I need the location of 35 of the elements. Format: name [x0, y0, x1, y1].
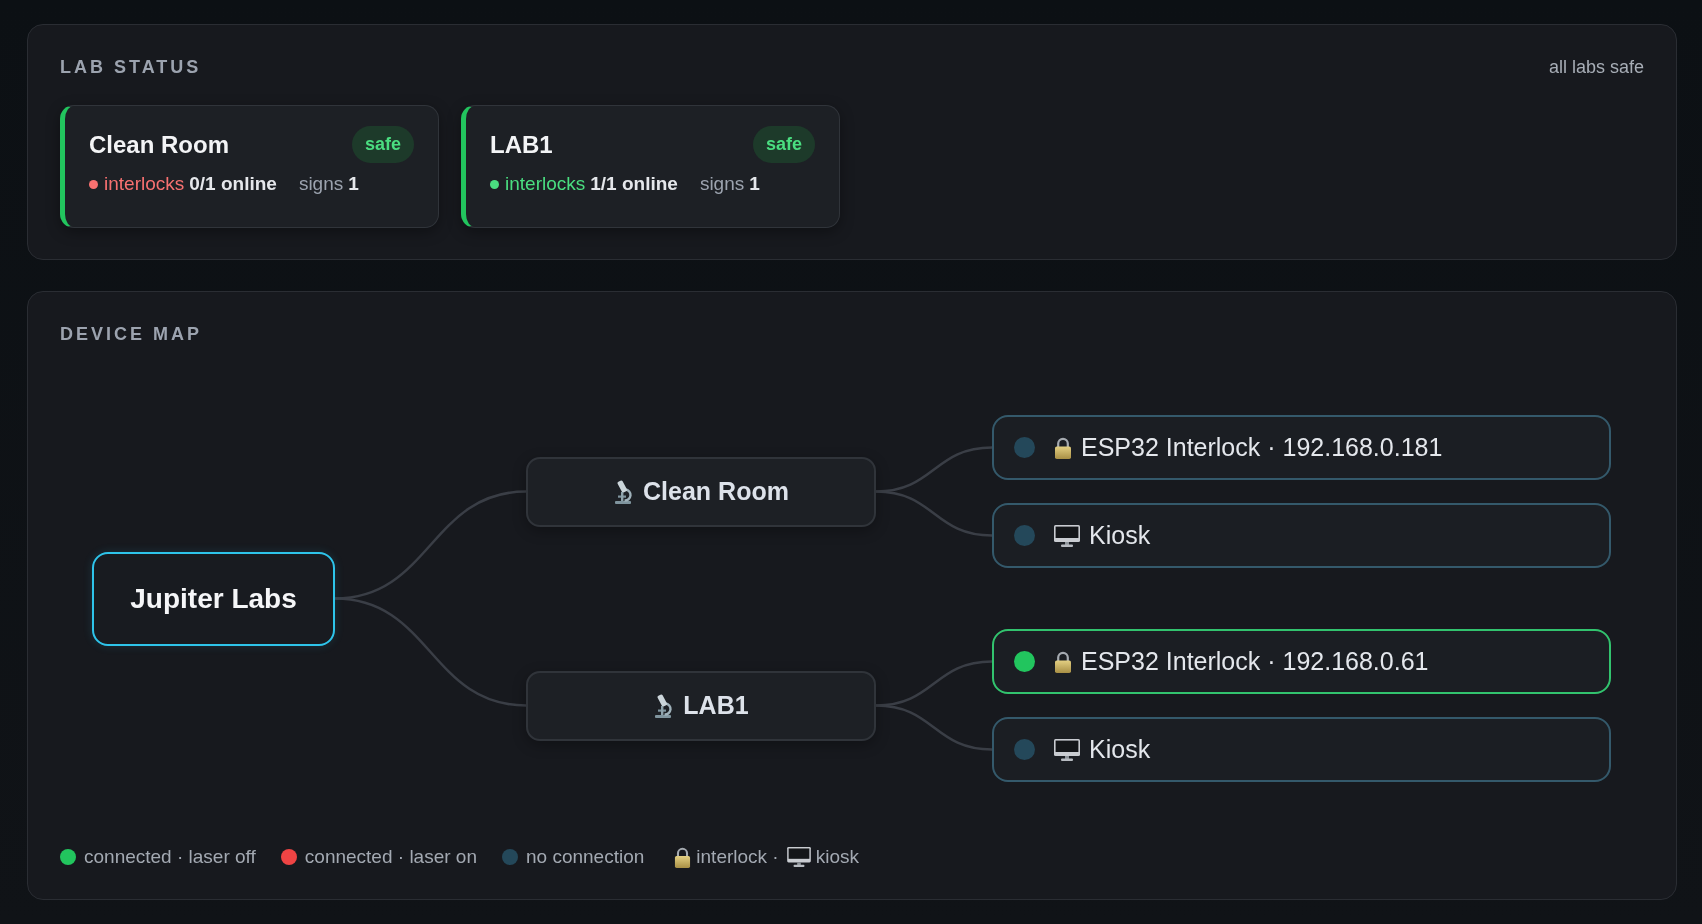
monitor-icon: [786, 847, 811, 867]
root-node: Jupiter Labs: [92, 551, 335, 646]
section-title: DEVICE MAP: [60, 323, 203, 345]
signs-label: signs: [699, 173, 745, 195]
legend-label: interlock ·: [696, 846, 779, 868]
legend-label: kiosk: [815, 846, 859, 868]
section-title: LAB STATUS: [60, 56, 202, 78]
signs-label: signs: [298, 173, 344, 195]
device-label: Kiosk: [1089, 733, 1151, 765]
signs-count: 1: [348, 173, 359, 195]
microscope-icon: [653, 693, 674, 718]
interlocks-count: 0/1 online: [189, 173, 277, 195]
legend-label: connected · laser off: [84, 846, 256, 868]
padlock-icon: [1054, 436, 1072, 459]
microscope-icon: [613, 479, 634, 504]
interlocks-label: interlocks: [505, 173, 586, 195]
padlock-icon: [674, 846, 692, 868]
device-label: Kiosk: [1089, 519, 1151, 551]
status-badge: safe: [351, 126, 414, 163]
monitor-icon: [1054, 738, 1080, 761]
interlocks-label: interlocks: [104, 173, 185, 195]
lab-node-label: Clean Room: [643, 475, 789, 507]
legend-label: no connection: [526, 846, 645, 868]
interlocks-count: 1/1 online: [590, 173, 678, 195]
signs-count: 1: [749, 173, 760, 195]
status-badge: safe: [752, 126, 815, 163]
summary-text: all labs safe: [1548, 56, 1644, 78]
legend-label: connected · laser on: [304, 846, 477, 868]
device-label: ESP32 Interlock · 192.168.0.181: [1081, 431, 1443, 463]
lab-node-label: LAB1: [683, 689, 749, 721]
monitor-icon: [1054, 524, 1080, 547]
device-label: ESP32 Interlock · 192.168.0.61: [1081, 645, 1429, 677]
padlock-icon: [1054, 650, 1072, 673]
lab-name: LAB1: [490, 130, 553, 159]
lab-name: Clean Room: [89, 130, 229, 159]
